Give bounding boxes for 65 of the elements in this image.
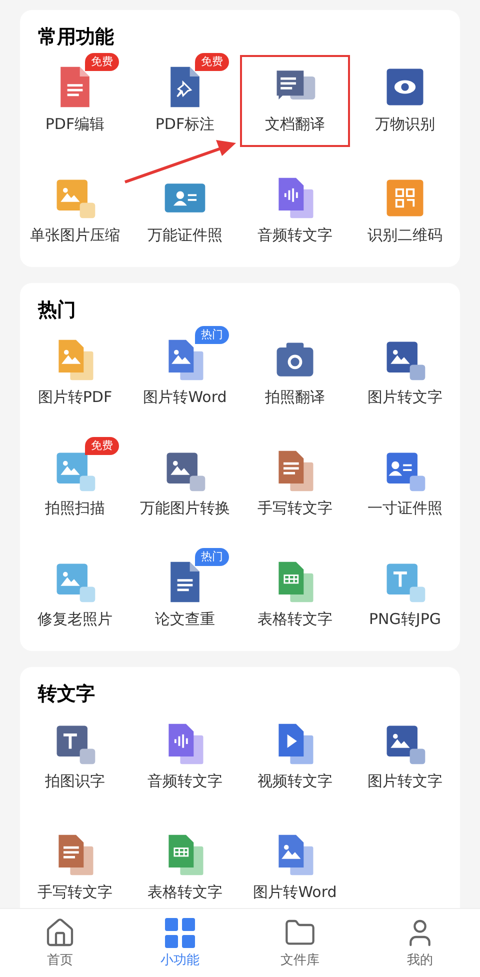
- feature-label: 一寸证件照: [368, 498, 442, 518]
- feature-label: 音频转文字: [258, 225, 332, 245]
- feature-label: 表格转文字: [148, 882, 222, 902]
- feature-label: PNG转JPG: [369, 609, 441, 629]
- tab[interactable]: 小功能: [120, 909, 240, 977]
- feature-tile[interactable]: 热门 图片转Word: [130, 328, 240, 420]
- feature-tile[interactable]: 音频转文字: [130, 712, 240, 804]
- feature-label: 论文查重: [155, 609, 215, 629]
- feature-tile[interactable]: 手写转文字: [240, 439, 350, 531]
- feature-tile[interactable]: 万能图片转换: [130, 439, 240, 531]
- feature-label: PDF编辑: [45, 114, 105, 134]
- feature-tile[interactable]: 免费 PDF编辑: [20, 55, 130, 147]
- badge: 免费: [85, 437, 119, 455]
- feature-tile[interactable]: 单张图片压缩: [20, 166, 130, 258]
- feature-tile[interactable]: 音频转文字: [240, 166, 350, 258]
- feature-label: 视频转文字: [258, 771, 332, 791]
- feature-label: 图片转Word: [143, 387, 227, 407]
- tab[interactable]: 首页: [0, 909, 120, 977]
- feature-tile[interactable]: 拍照翻译: [240, 328, 350, 420]
- feature-tile[interactable]: 免费 拍照扫描: [20, 439, 130, 531]
- feature-label: 拍照翻译: [265, 387, 325, 407]
- feature-label: 万能证件照: [148, 225, 222, 245]
- feature-tile[interactable]: 一寸证件照: [350, 439, 460, 531]
- section-title: 常用功能: [37, 25, 115, 50]
- feature-label: 音频转文字: [148, 771, 222, 791]
- feature-tile[interactable]: 拍图识字: [20, 712, 130, 804]
- badge: 免费: [85, 53, 119, 71]
- feature-label: 拍图识字: [45, 771, 105, 791]
- feature-tile[interactable]: 表格转文字: [240, 550, 350, 642]
- feature-label: 图片转文字: [368, 771, 442, 791]
- feature-label: 文档翻译: [265, 114, 325, 134]
- feature-tile[interactable]: 视频转文字: [240, 712, 350, 804]
- feature-tile[interactable]: 图片转文字: [350, 712, 460, 804]
- feature-tile[interactable]: 万能证件照: [130, 166, 240, 258]
- badge: 免费: [195, 53, 229, 71]
- feature-label: 手写转文字: [38, 882, 112, 902]
- feature-tile[interactable]: 图片转PDF: [20, 328, 130, 420]
- tab[interactable]: 文件库: [240, 909, 360, 977]
- feature-tile[interactable]: 免费 PDF标注: [130, 55, 240, 147]
- feature-label: 单张图片压缩: [30, 225, 120, 245]
- feature-label: 万物识别: [375, 114, 435, 134]
- feature-label: PDF标注: [155, 114, 215, 134]
- section-title: 转文字: [36, 682, 96, 707]
- home-icon: [44, 917, 76, 949]
- feature-label: 修复老照片: [38, 609, 112, 629]
- badge: 热门: [195, 548, 229, 566]
- feature-label: 图片转Word: [253, 882, 337, 902]
- tab[interactable]: 我的: [360, 909, 480, 977]
- feature-label: 拍照扫描: [45, 498, 105, 518]
- feature-tile[interactable]: 修复老照片: [20, 550, 130, 642]
- feature-tile[interactable]: 图片转文字: [350, 328, 460, 420]
- badge: 热门: [195, 326, 229, 344]
- feature-label: 识别二维码: [368, 225, 442, 245]
- section-title: 热门: [36, 298, 77, 323]
- feature-tile[interactable]: 识别二维码: [350, 166, 460, 258]
- feature-tile[interactable]: 文档翻译: [240, 55, 350, 147]
- feature-label: 表格转文字: [258, 609, 332, 629]
- feature-tile[interactable]: 热门 论文查重: [130, 550, 240, 642]
- feature-label: 万能图片转换: [140, 498, 230, 518]
- feature-label: 图片转文字: [368, 387, 442, 407]
- feature-label: 手写转文字: [258, 498, 332, 518]
- feature-label: 图片转PDF: [38, 387, 112, 407]
- grid-icon: [164, 917, 196, 949]
- feature-tile[interactable]: 万物识别: [350, 55, 460, 147]
- feature-tile[interactable]: PNG转JPG: [350, 550, 460, 642]
